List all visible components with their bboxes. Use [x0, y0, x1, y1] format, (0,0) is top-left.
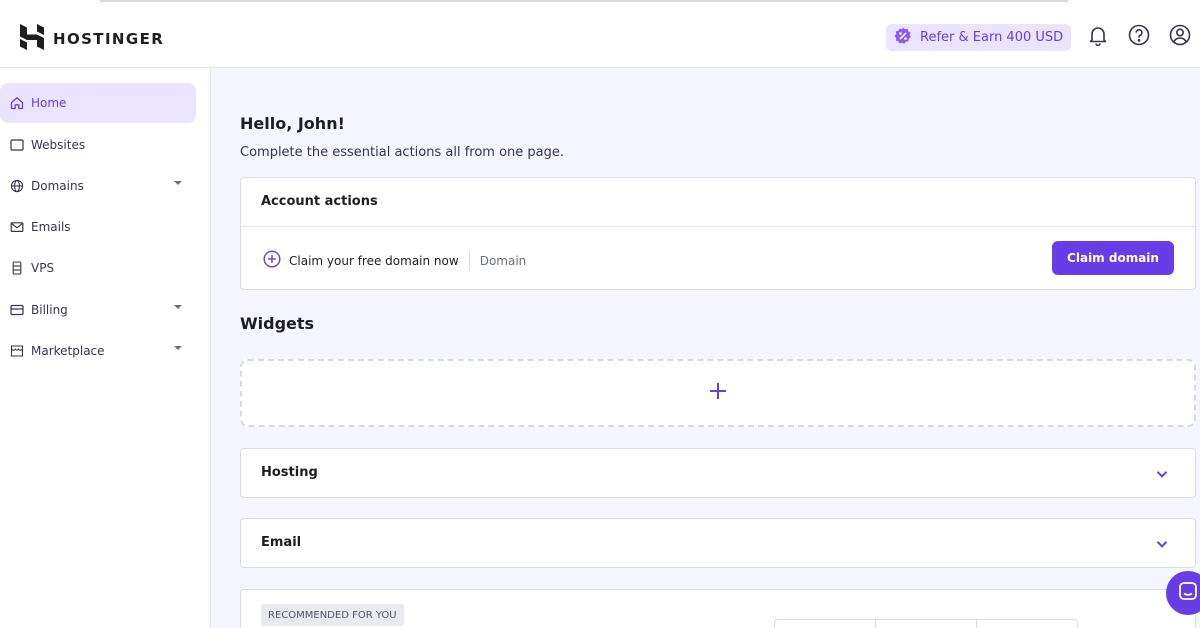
- sidebar-item-label: Billing: [31, 303, 68, 317]
- recommended-badge: RECOMMENDED FOR YOU: [261, 604, 404, 626]
- account-actions-title: Account actions: [261, 194, 378, 209]
- home-icon: [10, 96, 24, 110]
- card-icon: [10, 303, 24, 317]
- window-icon: [10, 138, 24, 152]
- refer-earn-button[interactable]: Refer & Earn 400 USD: [886, 24, 1072, 51]
- email-section[interactable]: Email: [240, 518, 1196, 568]
- chevron-down-icon[interactable]: [1155, 466, 1169, 485]
- recommended-tab[interactable]: [876, 620, 977, 628]
- server-icon: [10, 261, 24, 275]
- sidebar-item-vps[interactable]: VPS: [0, 248, 196, 288]
- recommended-card: RECOMMENDED FOR YOU: [240, 589, 1196, 628]
- page-subtitle: Complete the essential actions all from …: [240, 145, 565, 160]
- page-title: Hello, John!: [240, 114, 345, 133]
- claim-domain-row: Claim your free domain now Domain: [263, 250, 526, 271]
- bell-icon: [1087, 24, 1109, 50]
- account-actions-card: Account actions Claim your free domain n…: [240, 177, 1196, 290]
- action-text: Claim your free domain now: [289, 253, 459, 268]
- sidebar-item-label: VPS: [31, 261, 55, 275]
- recommended-tab[interactable]: [977, 620, 1077, 628]
- add-widget-button[interactable]: [240, 359, 1196, 427]
- sidebar-item-label: Home: [31, 96, 67, 110]
- chevron-down-icon: [174, 346, 182, 350]
- widgets-title: Widgets: [240, 314, 315, 333]
- recommended-tabs[interactable]: [774, 619, 1078, 628]
- browser-strip: [100, 0, 1068, 2]
- divider: [468, 250, 470, 271]
- chat-icon: [1177, 580, 1199, 606]
- brand-name: HOSTINGER: [53, 30, 165, 48]
- sidebar-item-home[interactable]: Home: [0, 83, 196, 123]
- globe-icon: [10, 179, 24, 193]
- refer-label: Refer & Earn 400 USD: [920, 30, 1064, 45]
- recommended-tab[interactable]: [775, 620, 876, 628]
- brand-logo[interactable]: HOSTINGER: [20, 24, 164, 54]
- plus-circle-icon: [263, 250, 281, 271]
- sidebar-item-websites[interactable]: Websites: [0, 125, 196, 165]
- sidebar: Home Websites Domains Emails VPS Billing…: [0, 68, 211, 628]
- mail-icon: [10, 220, 24, 234]
- help-icon: [1128, 24, 1150, 50]
- section-title: Email: [261, 535, 302, 550]
- help-button[interactable]: [1127, 24, 1151, 50]
- hostinger-logo-icon: [20, 24, 44, 54]
- sidebar-item-label: Websites: [31, 138, 86, 152]
- sidebar-item-marketplace[interactable]: Marketplace: [0, 331, 196, 371]
- hosting-section[interactable]: Hosting: [240, 448, 1196, 498]
- top-header: HOSTINGER Refer & Earn 400 USD: [0, 0, 1200, 68]
- account-button[interactable]: [1168, 24, 1192, 50]
- chevron-down-icon[interactable]: [1155, 536, 1169, 555]
- sidebar-item-domains[interactable]: Domains: [0, 166, 196, 206]
- action-tag: Domain: [479, 253, 527, 268]
- chevron-down-icon: [174, 181, 182, 185]
- user-icon: [1169, 24, 1191, 50]
- store-icon: [10, 344, 24, 358]
- section-title: Hosting: [261, 465, 318, 480]
- sidebar-item-billing[interactable]: Billing: [0, 290, 196, 330]
- sidebar-item-emails[interactable]: Emails: [0, 207, 196, 247]
- notifications-button[interactable]: [1086, 25, 1110, 49]
- chevron-down-icon: [174, 305, 182, 309]
- claim-domain-button[interactable]: Claim domain: [1052, 241, 1174, 275]
- sidebar-item-label: Emails: [31, 220, 71, 234]
- sidebar-item-label: Marketplace: [31, 344, 105, 358]
- divider: [241, 226, 1195, 227]
- sidebar-item-label: Domains: [31, 179, 84, 193]
- plus-icon: [708, 381, 728, 405]
- discount-badge-icon: [894, 27, 912, 49]
